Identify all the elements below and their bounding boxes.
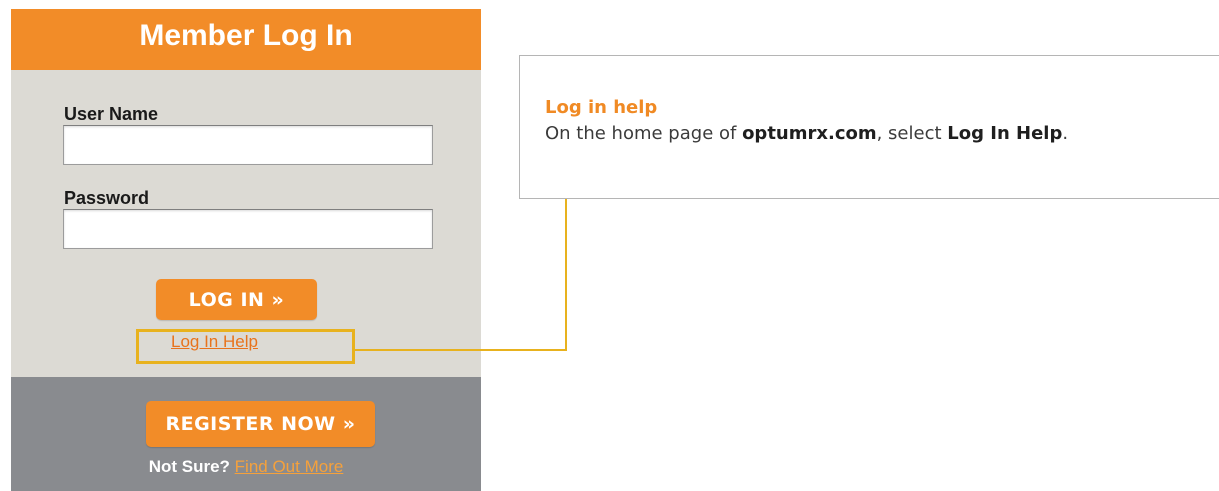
callout-instruction: On the home page of optumrx.com, select … — [545, 123, 1068, 144]
callout-target: Log In Help — [947, 123, 1063, 144]
callout-text-before: On the home page of — [545, 123, 743, 144]
not-sure-label: Not Sure? — [148, 457, 230, 476]
panel-title: Member Log In — [11, 9, 481, 70]
not-sure-line: Not Sure? Find Out More — [11, 457, 481, 477]
login-button[interactable]: LOG IN » — [156, 279, 317, 320]
connector-line-vertical — [565, 198, 567, 351]
member-login-panel: Member Log In User Name Password LOG IN … — [11, 9, 481, 491]
find-out-more-link[interactable]: Find Out More — [235, 457, 344, 476]
callout-title: Log in help — [545, 97, 658, 118]
password-label: Password — [64, 188, 150, 208]
callout-site: optumrx.com — [742, 123, 877, 144]
username-label: User Name — [64, 104, 159, 124]
register-section: REGISTER NOW » Not Sure? Find Out More — [11, 377, 481, 491]
callout-text-after: . — [1062, 123, 1069, 144]
help-callout: Log in help On the home page of optumrx.… — [519, 55, 1219, 199]
password-input[interactable] — [63, 209, 433, 249]
login-form: User Name Password LOG IN » Log In Help — [11, 70, 481, 377]
username-input[interactable] — [63, 125, 433, 165]
login-help-link[interactable]: Log In Help — [171, 332, 258, 352]
callout-text-middle: , select — [876, 123, 948, 144]
register-now-button[interactable]: REGISTER NOW » — [146, 401, 375, 447]
connector-line-horizontal — [355, 349, 567, 351]
